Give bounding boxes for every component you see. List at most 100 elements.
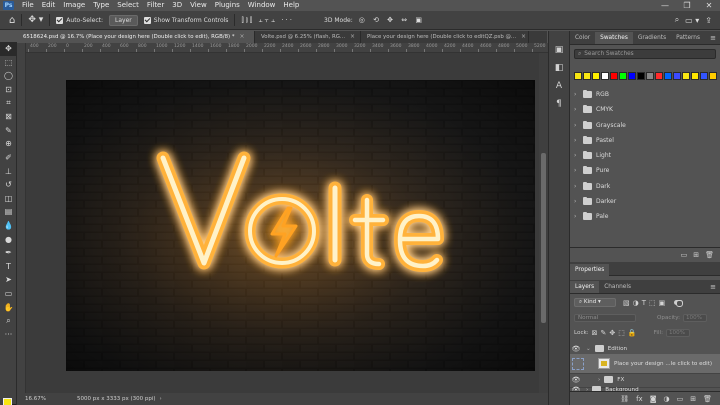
character-panel-icon[interactable]: A	[549, 77, 569, 95]
new-swatch-icon[interactable]: ⊞	[693, 251, 699, 259]
eyedropper-tool-icon[interactable]: ✎	[0, 124, 17, 138]
status-menu-icon[interactable]: ›	[160, 396, 162, 402]
close-tab-icon[interactable]: ×	[521, 31, 526, 43]
swatch-search-input[interactable]: ⌕ Search Swatches	[574, 49, 716, 59]
swatch[interactable]	[664, 72, 672, 80]
panel-menu-icon[interactable]: ≡	[710, 281, 720, 293]
document-canvas[interactable]	[66, 80, 535, 371]
dodge-tool-icon[interactable]: ●	[0, 232, 17, 246]
shape-filter-icon[interactable]: ⬚	[649, 299, 656, 307]
close-tab-icon[interactable]: ×	[350, 31, 355, 43]
chevron-right-icon[interactable]: ›	[574, 137, 579, 144]
document-info[interactable]: 5000 px x 3333 px (300 ppi)	[57, 396, 156, 402]
tab-channels[interactable]: Channels	[599, 281, 636, 293]
healing-brush-tool-icon[interactable]: ⊕	[0, 137, 17, 151]
fill-field[interactable]: 100%	[665, 329, 690, 337]
swatch[interactable]	[700, 72, 708, 80]
move-tool-icon[interactable]: ✥ ▾	[28, 15, 43, 25]
swatch-group-pastel[interactable]: › Pastel	[574, 133, 614, 148]
new-layer-icon[interactable]: ⊞	[690, 395, 696, 403]
opacity-field[interactable]: 100%	[683, 314, 707, 322]
link-layers-icon[interactable]: ⛓	[620, 395, 629, 403]
type-filter-icon[interactable]: T	[642, 299, 646, 307]
fx-icon[interactable]: fx	[636, 395, 643, 403]
new-group-icon[interactable]: ▭	[677, 395, 684, 403]
chevron-right-icon[interactable]: ›	[574, 167, 579, 174]
more-tools-icon[interactable]: ···	[0, 327, 17, 341]
menu-filter[interactable]: Filter	[143, 0, 168, 11]
menu-image[interactable]: Image	[59, 0, 89, 11]
swatch[interactable]	[709, 72, 717, 80]
swatch-group-light[interactable]: › Light	[574, 148, 611, 163]
layer-kind-filter-dropdown[interactable]: ⌕ Kind ▾	[574, 298, 616, 307]
tab-gradients[interactable]: Gradients	[633, 32, 671, 44]
swatch[interactable]	[682, 72, 690, 80]
crop-tool-icon[interactable]: ⌗	[0, 96, 17, 110]
pixel-filter-icon[interactable]: ▧	[623, 299, 630, 307]
swatch[interactable]	[574, 72, 582, 80]
clone-stamp-tool-icon[interactable]: ⊥	[0, 164, 17, 178]
object-selection-tool-icon[interactable]: ⊡	[0, 83, 17, 97]
transform-controls-checkbox[interactable]	[143, 16, 151, 24]
panel-menu-icon[interactable]: ≡	[710, 32, 720, 44]
type-tool-icon[interactable]: T	[0, 260, 17, 274]
menu-help[interactable]: Help	[279, 0, 303, 11]
chevron-down-icon[interactable]: ⌄	[586, 346, 591, 352]
menu-edit[interactable]: Edit	[38, 0, 60, 11]
brush-tool-icon[interactable]: ✐	[0, 151, 17, 165]
chevron-right-icon[interactable]: ›	[574, 152, 579, 159]
auto-select-target-dropdown[interactable]: Layer	[109, 14, 138, 26]
close-tab-icon[interactable]: ×	[240, 31, 245, 43]
artboard-tool-icon[interactable]: ⬚	[0, 56, 17, 70]
menu-type[interactable]: Type	[89, 0, 113, 11]
visibility-toggle-empty[interactable]	[572, 357, 584, 370]
visibility-eye-icon[interactable]: 👁	[570, 376, 582, 384]
frame-tool-icon[interactable]: ⊠	[0, 110, 17, 124]
tab-swatches[interactable]: Swatches	[595, 32, 633, 44]
swatch[interactable]	[655, 72, 663, 80]
hand-tool-icon[interactable]: ✋	[0, 300, 17, 314]
blur-tool-icon[interactable]: 💧	[0, 219, 17, 233]
menu-plugins[interactable]: Plugins	[211, 0, 244, 11]
lock-position-icon[interactable]: ✥	[609, 329, 615, 337]
swatch[interactable]	[601, 72, 609, 80]
swatch-group-grayscale[interactable]: › Grayscale	[574, 118, 626, 133]
chevron-right-icon[interactable]: ›	[598, 377, 600, 383]
path-selection-tool-icon[interactable]: ➤	[0, 273, 17, 287]
tab-color[interactable]: Color	[570, 32, 595, 44]
tab-document-1[interactable]: 6518624.psd @ 16.7% (Place your design h…	[17, 31, 255, 43]
eraser-tool-icon[interactable]: ◫	[0, 192, 17, 206]
scrollbar-thumb[interactable]	[541, 153, 546, 323]
swatch[interactable]	[592, 72, 600, 80]
delete-layer-icon[interactable]: 🗑	[703, 395, 712, 403]
smart-object-filter-icon[interactable]: ▣	[659, 299, 666, 307]
pen-tool-icon[interactable]: ✒	[0, 246, 17, 260]
adjustment-filter-icon[interactable]: ◑	[633, 299, 639, 307]
tab-layers[interactable]: Layers	[570, 281, 600, 293]
align-buttons-icon[interactable]: ⫿⫾⫿ ⫠⫟⫠ ···	[241, 16, 294, 25]
swatch[interactable]	[628, 72, 636, 80]
chevron-right-icon[interactable]: ›	[574, 198, 579, 205]
menu-select[interactable]: Select	[113, 0, 143, 11]
gradient-tool-icon[interactable]: ▤	[0, 205, 17, 219]
new-group-icon[interactable]: ▭	[681, 251, 688, 259]
swatch-group-cmyk[interactable]: › CMYK	[574, 102, 613, 117]
export-icon[interactable]: ⇪	[705, 16, 712, 25]
auto-select-option[interactable]: Auto-Select:	[56, 16, 103, 24]
minimize-button[interactable]: —	[654, 1, 676, 10]
chevron-right-icon[interactable]: ›	[574, 91, 579, 98]
history-panel-icon[interactable]: ▣	[549, 41, 569, 59]
home-icon[interactable]: ⌂	[9, 15, 15, 26]
zoom-level[interactable]: 16.67%	[17, 396, 57, 402]
chevron-right-icon[interactable]: ›	[574, 106, 579, 113]
swatch[interactable]	[619, 72, 627, 80]
close-button[interactable]: ✕	[698, 1, 720, 10]
lock-pixels-icon[interactable]: ✎	[601, 329, 607, 337]
tab-patterns[interactable]: Patterns	[671, 32, 705, 44]
vertical-scrollbar[interactable]	[539, 53, 548, 393]
move-tool-icon[interactable]: ✥	[0, 42, 17, 56]
auto-select-checkbox[interactable]	[56, 16, 64, 24]
add-mask-icon[interactable]: ◙	[650, 395, 657, 403]
zoom-tool-icon[interactable]: ⌕	[0, 314, 17, 328]
filter-toggle[interactable]	[674, 300, 684, 307]
